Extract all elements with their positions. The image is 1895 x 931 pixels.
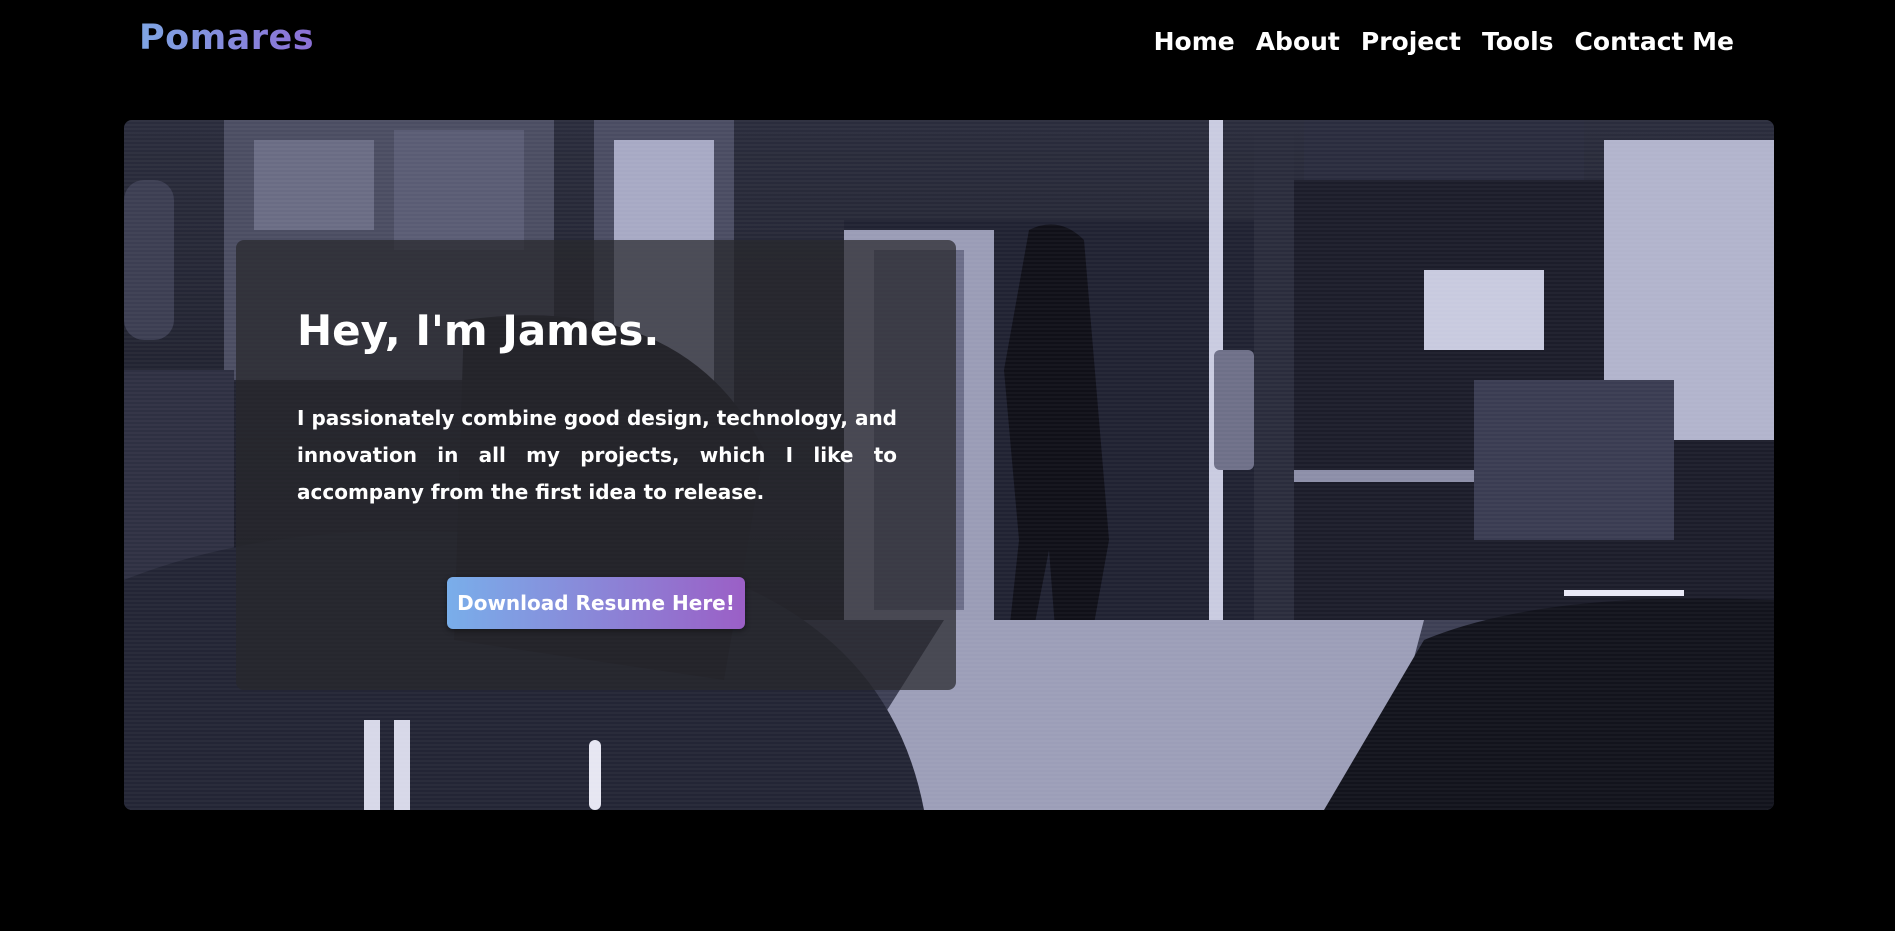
intro-card: Hey, I'm James. I passionately combine g… — [236, 240, 956, 690]
main-nav: Home About Project Tools Contact Me — [1154, 27, 1734, 56]
logo[interactable]: Pomares — [139, 18, 314, 58]
nav-tools[interactable]: Tools — [1482, 27, 1554, 56]
nav-about[interactable]: About — [1256, 27, 1340, 56]
hero-section: Hey, I'm James. I passionately combine g… — [124, 120, 1774, 810]
nav-contact-me[interactable]: Contact Me — [1575, 27, 1734, 56]
hero-description: I passionately combine good design, tech… — [297, 406, 897, 504]
nav-home[interactable]: Home — [1154, 27, 1235, 56]
hero-title: Hey, I'm James. — [297, 306, 660, 355]
download-resume-button[interactable]: Download Resume Here! — [447, 577, 745, 629]
nav-project[interactable]: Project — [1361, 27, 1461, 56]
navbar: Pomares Home About Project Tools Contact… — [0, 0, 1895, 90]
